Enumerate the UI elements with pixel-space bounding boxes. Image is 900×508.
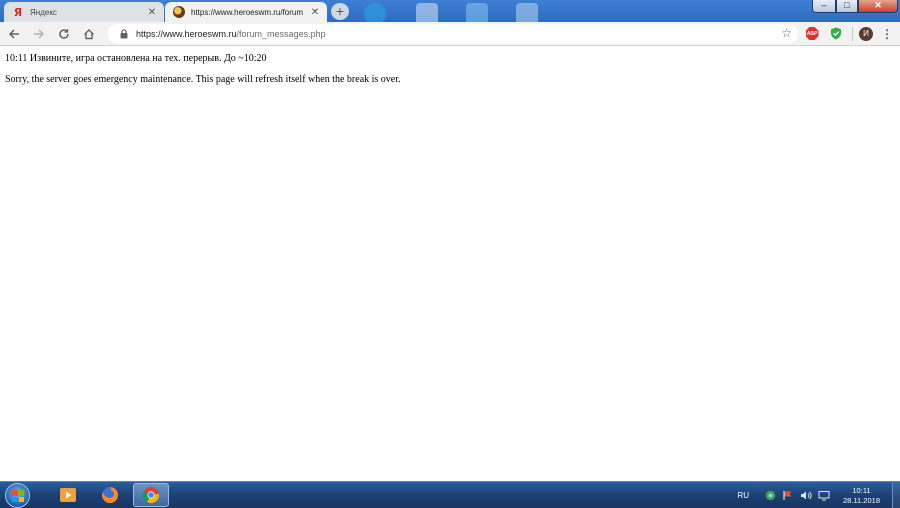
language-indicator[interactable]: RU (737, 491, 749, 500)
home-icon (84, 28, 94, 39)
show-desktop-button[interactable] (892, 482, 900, 508)
browser-toolbar: https://www.heroeswm.ru/forum_messages.p… (0, 22, 900, 46)
url-path: /forum_messages.php (236, 28, 326, 39)
new-tab-button[interactable]: + (331, 3, 349, 20)
taskbar-media-player[interactable] (50, 483, 86, 507)
security-extension-button[interactable] (826, 24, 846, 44)
document-desktop-icon (416, 3, 438, 22)
reload-button[interactable] (53, 23, 75, 45)
menu-kebab-icon[interactable]: ⋮ (881, 27, 893, 41)
url-host: https://www.heroeswm.ru (136, 28, 237, 39)
arrow-right-icon (34, 28, 45, 39)
tab-title: Яндекс (30, 7, 57, 17)
back-button[interactable] (3, 23, 25, 45)
start-button[interactable] (5, 483, 30, 508)
maintenance-message-en: Sorry, the server goes emergency mainten… (5, 74, 401, 85)
firefox-icon (101, 487, 118, 503)
media-player-icon (60, 488, 76, 502)
volume-icon[interactable] (799, 489, 813, 503)
maintenance-message-ru: 10:11 Извините, игра остановлена на тех.… (5, 53, 267, 64)
windows-logo-icon (12, 490, 24, 502)
taskbar-chrome[interactable] (133, 483, 169, 507)
shield-check-icon (831, 27, 841, 40)
tab-heroeswm[interactable]: https://www.heroeswm.ru/forum ✕ (165, 2, 327, 22)
profile-avatar[interactable]: И (859, 26, 873, 41)
maximize-button[interactable]: □ (836, 0, 858, 13)
taskbar-firefox[interactable] (92, 483, 128, 507)
tab-yandex[interactable]: Я Яндекс ✕ (4, 2, 164, 22)
yandex-favicon-icon: Я (13, 5, 23, 19)
page-content: 10:11 Извините, игра остановлена на тех.… (0, 47, 900, 481)
skype-desktop-icon (364, 3, 386, 22)
tab-title: https://www.heroeswm.ru/forum (191, 7, 304, 17)
heroeswm-favicon-icon (173, 6, 185, 18)
system-tray: RU 10:11 28.11.2018 (737, 482, 900, 508)
forward-button[interactable] (28, 23, 50, 45)
lock-icon[interactable] (116, 28, 132, 39)
tab-close-icon[interactable]: ✕ (309, 7, 321, 18)
home-button[interactable] (78, 23, 100, 45)
clock-date: 28.11.2018 (843, 495, 880, 505)
arrow-left-icon (8, 28, 19, 39)
reload-icon (59, 28, 69, 39)
display-icon[interactable] (817, 489, 831, 503)
bookmark-star-icon[interactable]: ☆ (781, 26, 792, 40)
tab-strip: Я Яндекс ✕ https://www.heroeswm.ru/forum… (0, 0, 900, 22)
taskbar: RU 10:11 28.11.2018 (0, 481, 900, 508)
minimize-button[interactable]: – (812, 0, 836, 13)
network-globe-icon[interactable] (763, 489, 777, 503)
chrome-icon (142, 487, 160, 504)
clock[interactable]: 10:11 28.11.2018 (843, 486, 880, 506)
address-bar[interactable]: https://www.heroeswm.ru/forum_messages.p… (108, 23, 798, 44)
toolbar-separator (852, 26, 853, 41)
adblock-icon: ABP (805, 27, 819, 40)
tab-close-icon[interactable]: ✕ (146, 7, 158, 18)
folder-desktop-icon (516, 3, 538, 22)
window-controls: – □ ✕ (812, 0, 898, 13)
clock-time: 10:11 (852, 485, 871, 495)
adblock-extension-button[interactable]: ABP (802, 24, 822, 44)
app-desktop-icon (466, 3, 488, 22)
flag-alert-icon[interactable] (781, 489, 795, 503)
close-window-button[interactable]: ✕ (858, 0, 898, 13)
